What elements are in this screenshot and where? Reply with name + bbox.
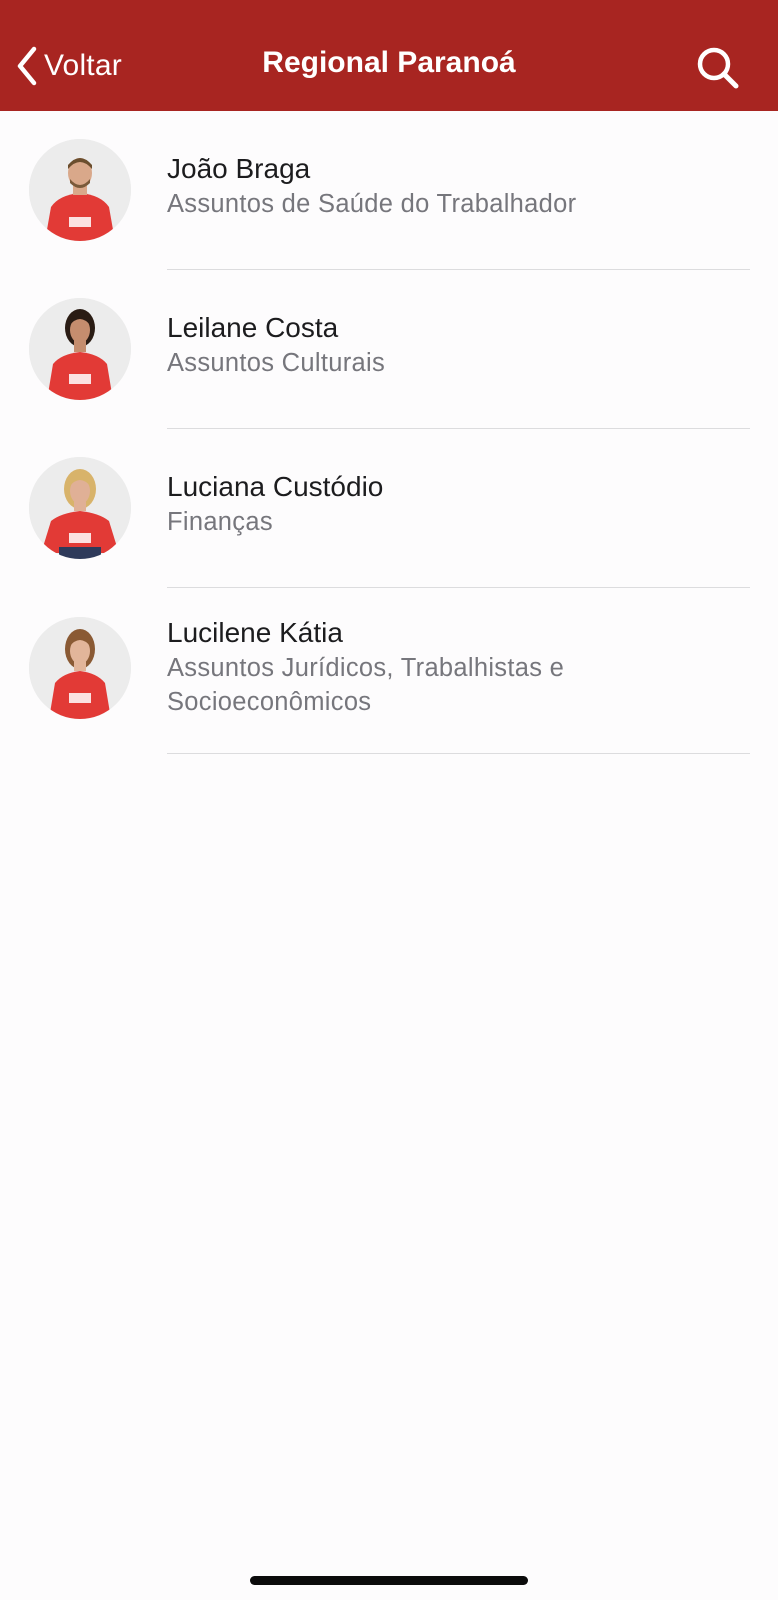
- member-name: João Braga: [167, 153, 311, 184]
- navigation-bar: Voltar Regional Paranoá: [0, 0, 778, 111]
- member-role: Assuntos Jurídicos, Trabalhistas e Socio…: [167, 654, 565, 716]
- member-list: João Braga Assuntos de Saúde do Trabalha…: [0, 111, 778, 754]
- home-indicator[interactable]: [250, 1576, 528, 1585]
- list-item[interactable]: Luciana Custódio Finanças: [0, 429, 778, 588]
- divider: [167, 753, 750, 754]
- member-role: Assuntos de Saúde do Trabalhador: [167, 190, 577, 218]
- page-title: Regional Paranoá: [262, 46, 516, 79]
- member-name: Lucilene Kátia: [167, 617, 343, 648]
- member-name: Leilane Costa: [167, 312, 339, 343]
- search-icon: [694, 47, 742, 96]
- search-button[interactable]: [694, 44, 742, 92]
- avatar: [29, 139, 131, 241]
- list-item[interactable]: João Braga Assuntos de Saúde do Trabalha…: [0, 111, 778, 270]
- member-name: Luciana Custódio: [167, 471, 384, 502]
- list-item[interactable]: Leilane Costa Assuntos Culturais: [0, 270, 778, 429]
- member-role: Finanças: [167, 508, 273, 536]
- avatar: [29, 457, 131, 559]
- list-item[interactable]: Lucilene Kátia Assuntos Jurídicos, Traba…: [0, 588, 778, 754]
- avatar: [29, 298, 131, 400]
- avatar: [29, 617, 131, 719]
- member-role: Assuntos Culturais: [167, 349, 385, 377]
